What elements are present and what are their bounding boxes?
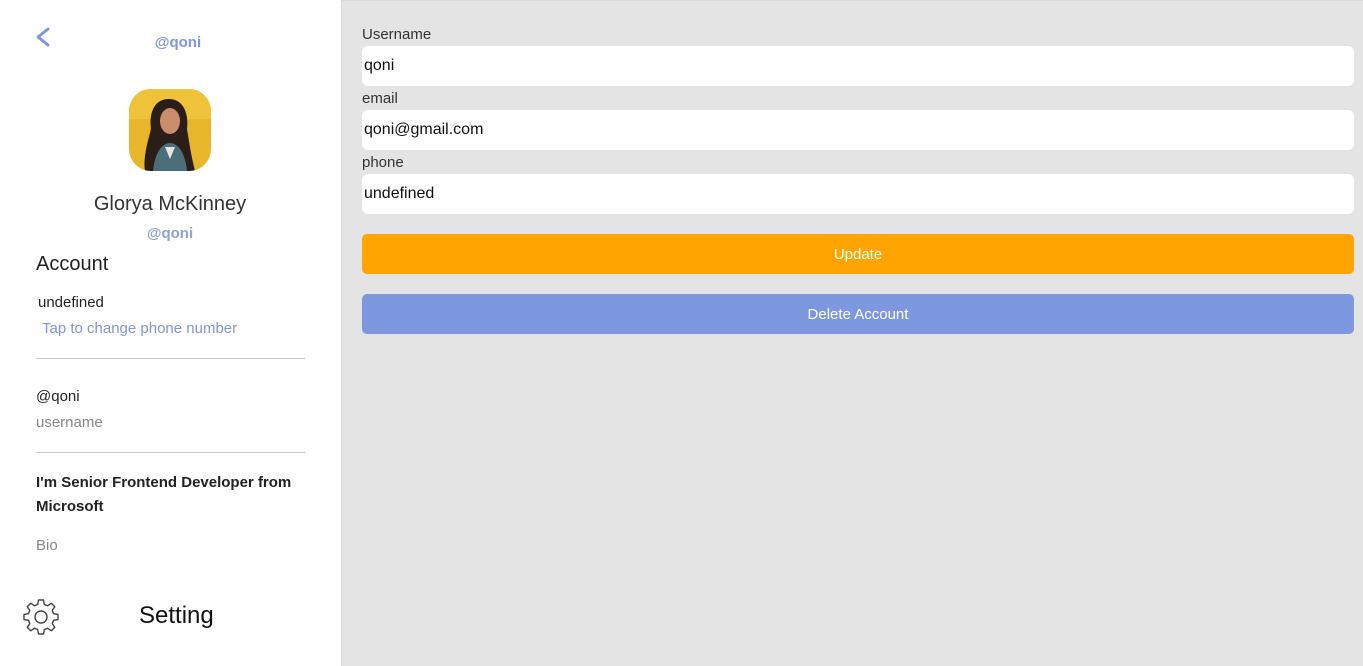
email-field-label: email bbox=[362, 90, 398, 107]
delete-account-button[interactable]: Delete Account bbox=[362, 294, 1354, 334]
username-input[interactable] bbox=[362, 46, 1354, 86]
phone-field-label: phone bbox=[362, 154, 404, 171]
bio-label: Bio bbox=[36, 537, 58, 554]
avatar bbox=[129, 89, 211, 171]
gear-icon bbox=[23, 599, 59, 635]
display-name: Glorya McKinney bbox=[93, 193, 247, 215]
divider bbox=[36, 358, 305, 359]
update-button[interactable]: Update bbox=[362, 234, 1354, 274]
back-button[interactable] bbox=[30, 24, 56, 50]
settings-button[interactable] bbox=[22, 598, 60, 636]
header-username: @qoni bbox=[154, 34, 202, 51]
profile-sidebar: @qoni Glorya McKinney @qoni Account unde… bbox=[0, 0, 342, 666]
username-field-label: Username bbox=[362, 26, 432, 43]
change-phone-link[interactable]: Tap to change phone number bbox=[42, 320, 237, 337]
phone-input[interactable] bbox=[362, 174, 1354, 214]
profile-handle: @qoni bbox=[146, 225, 194, 242]
email-input[interactable] bbox=[362, 110, 1354, 150]
account-section-title: Account bbox=[36, 253, 109, 275]
divider bbox=[36, 452, 305, 453]
username-value: @qoni bbox=[36, 388, 80, 405]
phone-value: undefined bbox=[38, 294, 104, 311]
username-label: username bbox=[36, 414, 103, 431]
setting-label[interactable]: Setting bbox=[139, 602, 214, 630]
bio-text: I'm Senior Frontend Developer from Micro… bbox=[36, 474, 292, 515]
chevron-left-icon bbox=[36, 27, 50, 47]
